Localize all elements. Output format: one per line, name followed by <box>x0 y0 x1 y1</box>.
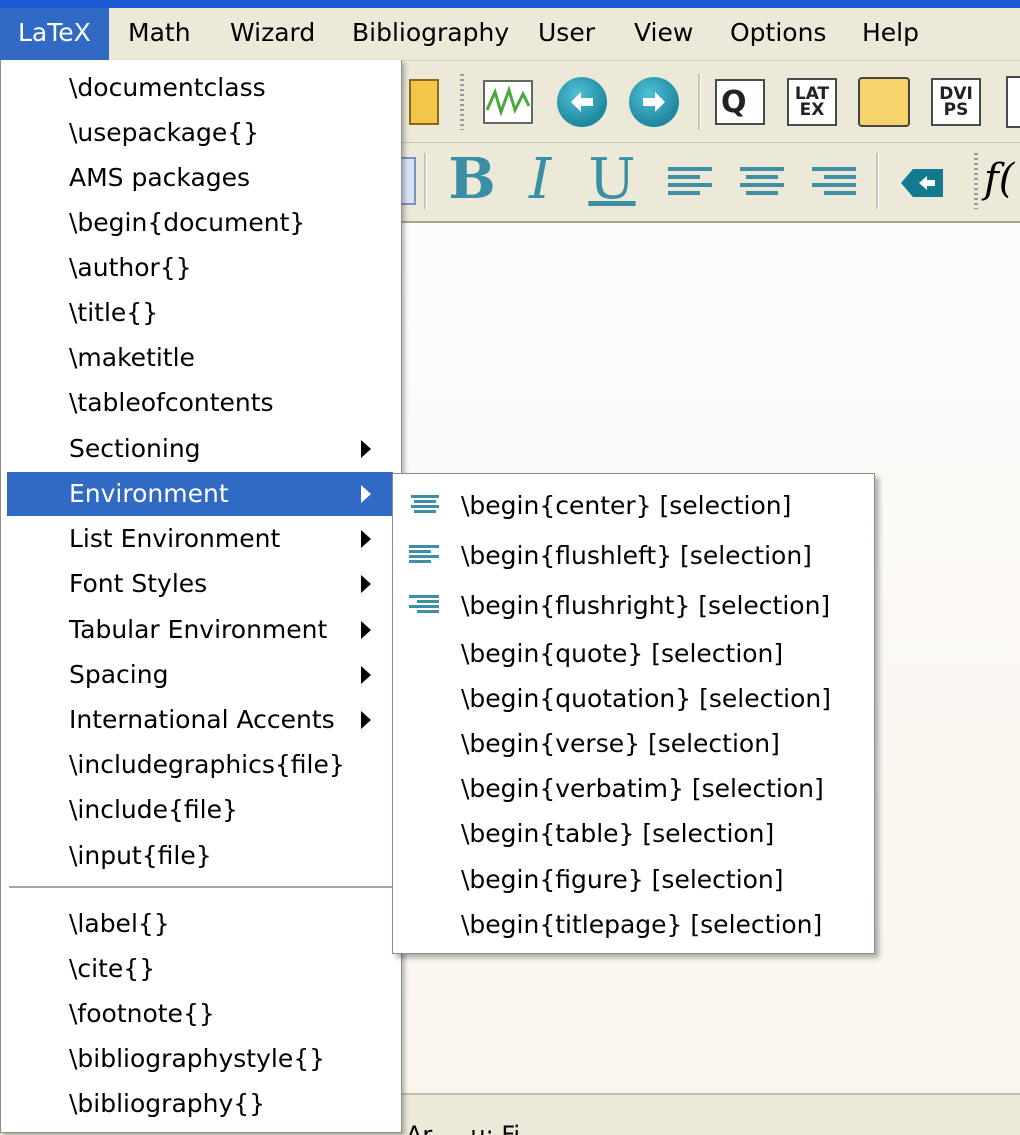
menu-math[interactable]: Math <box>110 8 209 60</box>
submenu-item-label: \begin{flushleft} [selection] <box>461 541 812 570</box>
toolbar-separator <box>876 153 879 209</box>
submenu-item-verbatim[interactable]: \begin{verbatim} [selection] <box>397 766 871 811</box>
menu-item-label: List Environment <box>69 524 281 553</box>
menu-item-tableofcontents[interactable]: \tableofcontents <box>7 381 393 425</box>
italic-button[interactable]: I <box>512 147 568 212</box>
menu-item-usepackage[interactable]: \usepackage{} <box>7 111 393 155</box>
submenu-item-titlepage[interactable]: \begin{titlepage} [selection] <box>397 902 871 947</box>
submenu-item-flushright[interactable]: \begin{flushright} [selection] <box>397 583 871 628</box>
backspace-icon[interactable] <box>894 155 950 211</box>
submenu-arrow-icon <box>361 440 371 458</box>
menu-item-includegraphics[interactable]: \includegraphics{file} <box>7 743 393 787</box>
menu-item-author[interactable]: \author{} <box>7 246 393 290</box>
toolbar-grip[interactable] <box>974 153 978 209</box>
submenu-item-flushleft[interactable]: \begin{flushleft} [selection] <box>397 533 871 578</box>
environment-submenu: \begin{center} [selection] \begin{flushl… <box>392 473 875 954</box>
submenu-item-table[interactable]: \begin{table} [selection] <box>397 811 871 856</box>
menubar: LaTeX Math Wizard Bibliography User View… <box>0 8 1020 61</box>
menu-item-list-environment[interactable]: List Environment <box>7 517 393 561</box>
menu-item-documentclass[interactable]: \documentclass <box>7 66 393 110</box>
menu-item-label: Spacing <box>69 660 169 689</box>
menu-help[interactable]: Help <box>844 8 937 60</box>
menu-item-label: Tabular Environment <box>69 615 328 644</box>
waveform-icon <box>483 80 533 124</box>
submenu-arrow-icon <box>361 711 371 729</box>
menu-latex[interactable]: LaTeX <box>0 8 109 60</box>
menu-item-label: Sectioning <box>69 434 201 463</box>
submenu-item-center[interactable]: \begin{center} [selection] <box>397 483 871 528</box>
align-center-icon[interactable] <box>734 155 790 211</box>
dvi-ps-icon[interactable]: DVI PS <box>928 74 984 130</box>
underline-button[interactable]: U <box>584 147 640 212</box>
submenu-item-quotation[interactable]: \begin{quotation} [selection] <box>397 676 871 721</box>
submenu-item-figure[interactable]: \begin{figure} [selection] <box>397 857 871 902</box>
align-left-icon[interactable] <box>662 155 718 211</box>
menu-item-input[interactable]: \input{file} <box>7 834 393 878</box>
menu-item-sectioning[interactable]: Sectioning <box>7 427 393 471</box>
toolbar-format: B I U f( <box>396 143 1020 223</box>
statusbar: Ar ... u: Fi <box>400 1093 1020 1135</box>
submenu-item-quote[interactable]: \begin{quote} [selection] <box>397 631 871 676</box>
menu-bibliography[interactable]: Bibliography <box>334 8 527 60</box>
toolbar-separator <box>698 74 701 130</box>
menu-item-title[interactable]: \title{} <box>7 291 393 335</box>
function-button[interactable]: f( <box>984 151 1020 207</box>
menu-options[interactable]: Options <box>712 8 844 60</box>
toolbar-main: Q LAT EX DVI PS <box>400 62 1020 143</box>
menu-item-label: Font Styles <box>69 569 208 598</box>
menu-item-environment[interactable]: Environment <box>7 472 393 516</box>
menu-item-ams-packages[interactable]: AMS packages <box>7 156 393 200</box>
align-right-icon <box>409 595 441 619</box>
menu-view[interactable]: View <box>616 8 711 60</box>
menu-item-label: Environment <box>69 479 229 508</box>
menu-item-include[interactable]: \include{file} <box>7 788 393 832</box>
forward-icon[interactable] <box>626 74 682 130</box>
latex-icon[interactable]: LAT EX <box>784 74 840 130</box>
menu-item-bibliographystyle[interactable]: \bibliographystyle{} <box>7 1037 393 1081</box>
menu-item-label: International Accents <box>69 705 335 734</box>
quick-build-icon[interactable] <box>480 74 536 130</box>
quick-build-q-icon[interactable]: Q <box>712 74 768 130</box>
menu-item-begin-document[interactable]: \begin{document} <box>7 201 393 245</box>
submenu-arrow-icon <box>361 485 371 503</box>
menu-item-cite[interactable]: \cite{} <box>7 947 393 991</box>
menu-wizard[interactable]: Wizard <box>212 8 333 60</box>
bold-button[interactable]: B <box>440 146 504 212</box>
menu-item-tabular-environment[interactable]: Tabular Environment <box>7 608 393 652</box>
menu-item-spacing[interactable]: Spacing <box>7 653 393 697</box>
menu-user[interactable]: User <box>520 8 613 60</box>
menu-item-font-styles[interactable]: Font Styles <box>7 562 393 606</box>
menu-item-international-accents[interactable]: International Accents <box>7 698 393 742</box>
latex-dropdown-menu: \documentclass \usepackage{} AMS package… <box>0 60 402 1133</box>
window-titlebar-edge <box>0 0 1020 8</box>
more-tools-icon[interactable] <box>1000 74 1020 130</box>
toolbar-grip[interactable] <box>460 74 464 130</box>
align-left-icon <box>409 545 441 569</box>
submenu-item-label: \begin{center} [selection] <box>461 491 792 520</box>
submenu-arrow-icon <box>361 575 371 593</box>
toolbar-separator <box>424 153 427 209</box>
submenu-arrow-icon <box>361 530 371 548</box>
back-icon[interactable] <box>554 74 610 130</box>
menu-item-footnote[interactable]: \footnote{} <box>7 992 393 1036</box>
submenu-arrow-icon <box>361 621 371 639</box>
menu-item-maketitle[interactable]: \maketitle <box>7 336 393 380</box>
paste-icon[interactable] <box>396 74 452 130</box>
align-center-icon <box>409 495 441 519</box>
menu-divider <box>9 886 393 888</box>
menu-item-label-cmd[interactable]: \label{} <box>7 902 393 946</box>
menu-item-bibliography[interactable]: \bibliography{} <box>7 1082 393 1126</box>
view-dvi-icon[interactable] <box>856 74 912 130</box>
submenu-item-label: \begin{flushright} [selection] <box>461 591 831 620</box>
align-right-icon[interactable] <box>806 155 862 211</box>
submenu-arrow-icon <box>361 666 371 684</box>
submenu-item-verse[interactable]: \begin{verse} [selection] <box>397 721 871 766</box>
